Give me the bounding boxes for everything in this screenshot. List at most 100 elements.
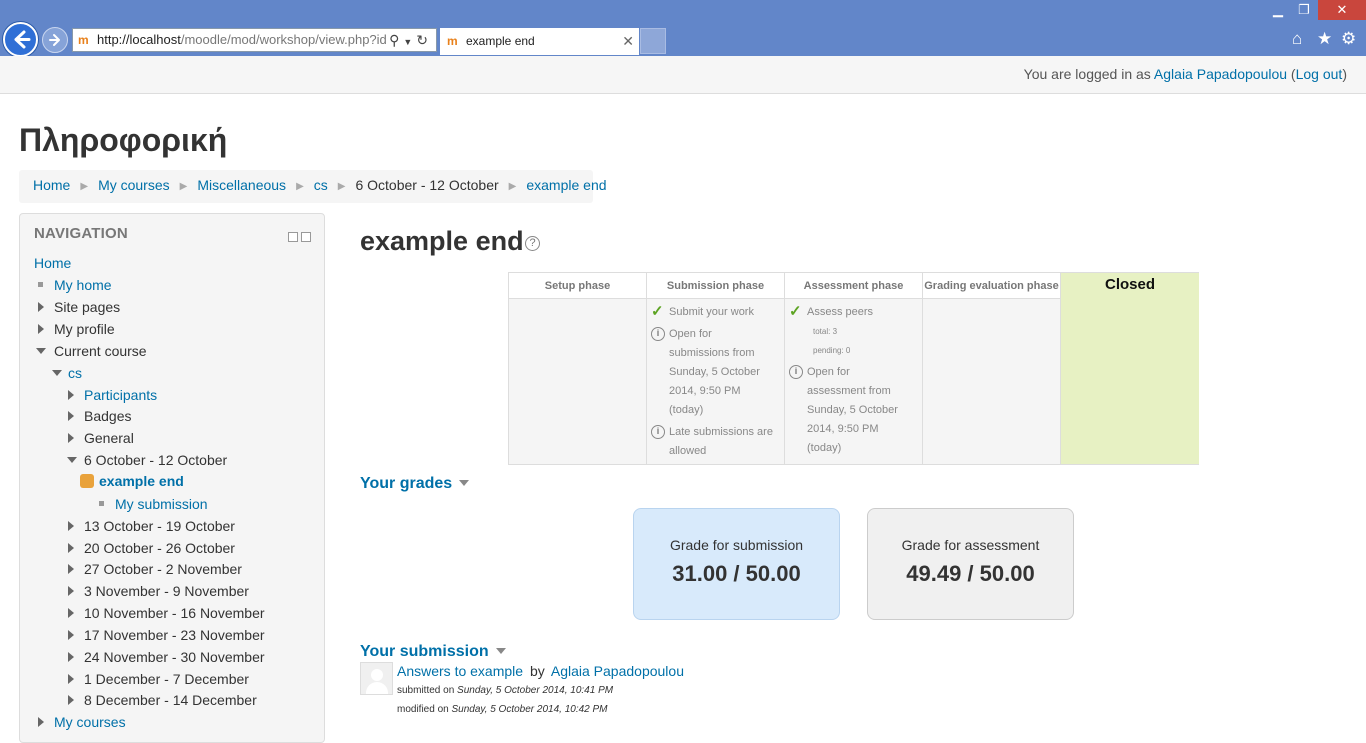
nav-my-profile-row[interactable]: My profile [38, 320, 115, 338]
nav-badges[interactable]: Badges [84, 408, 131, 424]
breadcrumb-cs[interactable]: cs [314, 177, 328, 193]
nav-general-row[interactable]: General [68, 429, 134, 447]
favorites-star-icon[interactable]: ★ [1317, 30, 1332, 48]
grade-submission-value: 31.00 / 50.00 [672, 561, 801, 586]
nav-section[interactable]: 27 October - 2 November [84, 561, 242, 577]
address-bar[interactable]: m http://localhost/moodle/mod/workshop/v… [72, 28, 437, 52]
nav-section-row[interactable]: 10 November - 16 November [68, 604, 265, 622]
nav-badges-row[interactable]: Badges [68, 407, 131, 425]
nav-section[interactable]: 3 November - 9 November [84, 583, 249, 599]
dock-block-icon[interactable] [301, 232, 311, 242]
breadcrumb-current[interactable]: example end [526, 177, 606, 193]
logout-link[interactable]: Log out [1296, 66, 1343, 82]
assess-pending: pending: 0 [813, 346, 851, 355]
nav-participants[interactable]: Participants [84, 387, 157, 403]
nav-section[interactable]: 20 October - 26 October [84, 540, 235, 556]
phase-submission-title[interactable]: Submission phase [647, 273, 784, 299]
nav-cs-row[interactable]: cs [52, 364, 82, 382]
nav-section[interactable]: 24 November - 30 November [84, 649, 265, 665]
new-tab-button[interactable] [640, 28, 666, 54]
nav-current-course[interactable]: Current course [54, 343, 147, 359]
nav-site-pages-row[interactable]: Site pages [38, 298, 120, 316]
submitted-label: submitted on [397, 685, 458, 696]
nav-section-row[interactable]: 3 November - 9 November [68, 582, 249, 600]
check-icon: ✓ [651, 303, 664, 320]
open-line-1: Open for [669, 328, 712, 340]
collapse-arrow-icon [67, 457, 77, 463]
info-icon: i [651, 327, 665, 341]
nav-section-row[interactable]: 13 October - 19 October [68, 517, 235, 535]
nav-section-current-row[interactable]: 6 October - 12 October [67, 451, 227, 469]
nav-section-row[interactable]: 20 October - 26 October [68, 539, 235, 557]
close-window-button[interactable]: ✕ [1318, 0, 1366, 20]
your-submission-header[interactable]: Your submission [360, 643, 506, 661]
nav-my-profile[interactable]: My profile [54, 321, 115, 337]
nav-my-home[interactable]: My home [54, 277, 112, 293]
nav-section-current[interactable]: 6 October - 12 October [84, 452, 227, 468]
refresh-icon[interactable]: ↻ [416, 32, 432, 48]
browser-tab[interactable]: m example end ✕ [440, 28, 639, 55]
navigation-block: NAVIGATION Home My home Site pages My pr… [19, 213, 325, 743]
nav-section[interactable]: 1 December - 7 December [84, 671, 249, 687]
nav-home[interactable]: Home [34, 254, 71, 272]
nav-participants-row[interactable]: Participants [68, 386, 157, 404]
nav-section[interactable]: 13 October - 19 October [84, 518, 235, 534]
settings-gear-icon[interactable]: ⚙ [1341, 30, 1356, 48]
submission-title-row: Answers to example by Aglaia Papadopoulo… [397, 663, 684, 679]
nav-section-row[interactable]: 8 December - 14 December [68, 691, 257, 709]
search-icon[interactable]: ⚲ [389, 32, 403, 48]
breadcrumb-miscellaneous[interactable]: Miscellaneous [197, 177, 286, 193]
nav-section-row[interactable]: 17 November - 23 November [68, 626, 265, 644]
your-submission-label: Your submission [360, 643, 489, 660]
tab-title: example end [466, 34, 535, 48]
nav-general[interactable]: General [84, 430, 134, 446]
phase-setup-title[interactable]: Setup phase [509, 273, 646, 299]
phase-grading-title[interactable]: Grading evaluation phase [923, 273, 1060, 299]
nav-section-row[interactable]: 1 December - 7 December [68, 670, 249, 688]
nav-section-row[interactable]: 27 October - 2 November [68, 560, 242, 578]
nav-my-home-row[interactable]: My home [38, 276, 112, 294]
open-line-5: (today) [669, 404, 704, 416]
assess-total: total: 3 [813, 327, 838, 336]
back-button[interactable] [3, 22, 38, 57]
assess-open-line-5: (today) [807, 442, 842, 454]
your-grades-header[interactable]: Your grades [360, 475, 470, 493]
nav-cs[interactable]: cs [68, 365, 82, 381]
nav-current-course-row[interactable]: Current course [36, 342, 147, 360]
nav-my-submission[interactable]: My submission [115, 496, 208, 512]
nav-section[interactable]: 17 November - 23 November [84, 627, 265, 643]
nav-my-submission-row[interactable]: My submission [99, 495, 208, 513]
phase-closed: Closed [1061, 273, 1199, 464]
browser-toolbar: m http://localhost/moodle/mod/workshop/v… [0, 0, 1366, 57]
nav-section[interactable]: 8 December - 14 December [84, 692, 257, 708]
submission-author-link[interactable]: Aglaia Papadopoulou [551, 663, 684, 679]
info-icon: i [789, 365, 803, 379]
assess-open-line-4: 2014, 9:50 PM [807, 423, 879, 435]
close-tab-icon[interactable]: ✕ [622, 28, 634, 55]
user-profile-link[interactable]: Aglaia Papadopoulou [1154, 66, 1287, 82]
forward-button[interactable] [42, 27, 68, 53]
dropdown-icon[interactable]: ▼ [403, 37, 416, 47]
phase-assessment-title[interactable]: Assessment phase [785, 273, 922, 299]
breadcrumb-home[interactable]: Home [33, 177, 70, 193]
nav-example-end[interactable]: example end [99, 473, 184, 489]
nav-my-courses-row[interactable]: My courses [38, 713, 126, 731]
restore-button[interactable]: ❐ [1290, 0, 1318, 20]
phase-grading: Grading evaluation phase [923, 273, 1061, 464]
nav-section[interactable]: 10 November - 16 November [84, 605, 265, 621]
home-icon[interactable]: ⌂ [1292, 30, 1302, 48]
minimize-button[interactable]: ▁ [1264, 0, 1292, 20]
nav-section-row[interactable]: 24 November - 30 November [68, 648, 265, 666]
submission-title-link[interactable]: Answers to example [397, 663, 523, 679]
collapse-block-icon[interactable] [288, 232, 298, 242]
help-icon[interactable]: ? [525, 236, 540, 251]
nav-workshop-row[interactable]: example end [80, 472, 184, 490]
nav-site-pages[interactable]: Site pages [54, 299, 120, 315]
page-title: example end [360, 226, 524, 256]
breadcrumb-separator-icon: ▶ [80, 181, 89, 192]
expand-arrow-icon [68, 630, 74, 640]
late-line-1: Late submissions are [669, 426, 773, 438]
url-prefix: http://localhost [97, 32, 181, 47]
late-line-2: allowed [669, 445, 707, 457]
breadcrumb-my-courses[interactable]: My courses [98, 177, 170, 193]
